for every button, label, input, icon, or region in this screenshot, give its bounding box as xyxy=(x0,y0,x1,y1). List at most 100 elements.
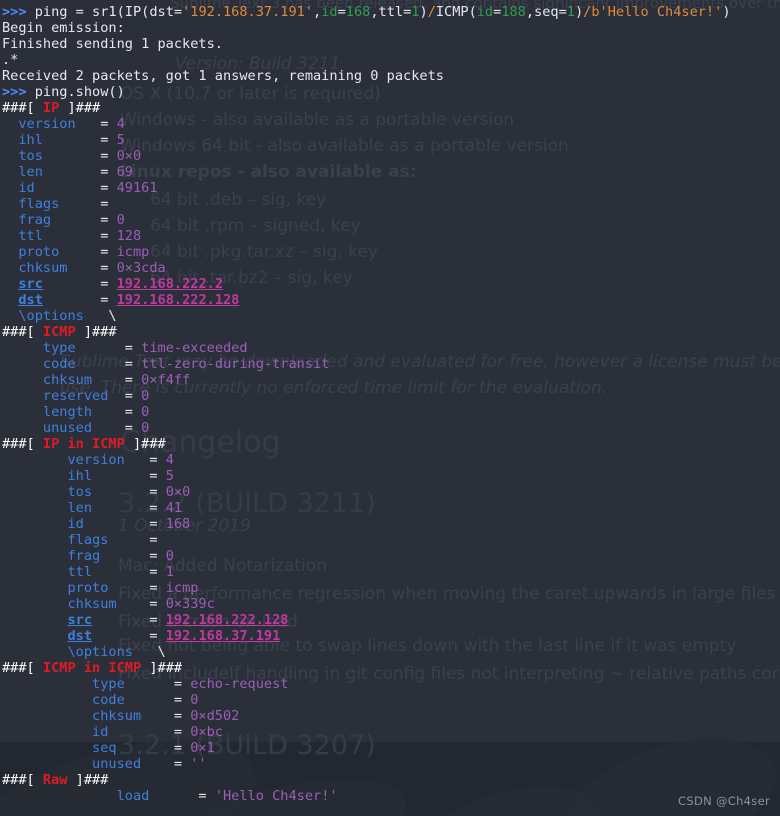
terminal-line-icmp-unused: unused = 0 xyxy=(0,420,780,436)
token: tos xyxy=(2,148,43,164)
token: len xyxy=(2,164,43,180)
token: ###[ xyxy=(2,660,43,676)
terminal-line-icmp2-chksum: chksum = 0×d502 xyxy=(0,708,780,724)
token: = xyxy=(124,692,191,708)
token: 188 xyxy=(501,4,526,20)
token: = xyxy=(75,340,142,356)
token: load xyxy=(2,788,150,804)
token: 1 xyxy=(566,4,575,20)
token: version xyxy=(2,452,125,468)
token: unused xyxy=(2,756,142,772)
terminal-line-out2: Finished sending 1 packets. xyxy=(0,36,780,52)
token: = xyxy=(75,356,142,372)
token: = xyxy=(51,212,117,228)
token: chksum xyxy=(2,708,142,724)
token: ICMP( xyxy=(435,4,477,20)
token: = xyxy=(92,564,166,580)
token: chksum xyxy=(2,372,93,388)
terminal-line-ip-len: len = 69 xyxy=(0,164,780,180)
terminal-line-ip-ttl: ttl = 128 xyxy=(0,228,780,244)
token: icmp xyxy=(165,580,199,596)
terminal-line-cmd: >>> ping = sr1(IP(dst='192.168.37.191',i… xyxy=(0,4,780,20)
token: id xyxy=(2,516,84,532)
terminal-line-ip2-src: src = 192.168.222.128 xyxy=(0,612,780,628)
token: proto xyxy=(2,244,60,260)
token: = xyxy=(42,228,117,244)
terminal-line-ip-version: version = 4 xyxy=(0,116,780,132)
terminal-line-ip-frag: frag = 0 xyxy=(0,212,780,228)
token: proto xyxy=(2,580,109,596)
token: id xyxy=(2,724,109,740)
terminal-line-ip2-ihl: ihl = 5 xyxy=(0,468,780,484)
token: = xyxy=(92,468,166,484)
token: src xyxy=(67,612,93,628)
token: = xyxy=(108,580,166,596)
terminal-line-hdr-raw: ###[ Raw ]### xyxy=(0,772,780,788)
token: ICMP xyxy=(42,324,76,340)
token: flags xyxy=(2,532,109,548)
token: ) xyxy=(722,4,731,20)
token: 128 xyxy=(116,228,142,244)
token: >>> xyxy=(2,84,35,100)
terminal-line-ip2-ttl: ttl = 1 xyxy=(0,564,780,580)
terminal-line-ip2-len: len = 41 xyxy=(0,500,780,516)
token: type xyxy=(2,676,125,692)
terminal-line-ip-dst: dst = 192.168.222.128 xyxy=(0,292,780,308)
terminal-line-hdr-ip: ###[ IP ]### xyxy=(0,100,780,116)
token: 0×1 xyxy=(190,740,215,756)
token: 0 xyxy=(165,548,174,564)
token: = xyxy=(59,244,117,260)
terminal-line-icmp-reserved: reserved = 0 xyxy=(0,388,780,404)
token: = xyxy=(116,596,166,612)
terminal-line-icmp2-unused: unused = '' xyxy=(0,756,780,772)
token: seq xyxy=(2,740,117,756)
token: 0 xyxy=(116,212,125,228)
token: = xyxy=(42,148,117,164)
terminal-line-ip2-flags: flags = xyxy=(0,532,780,548)
token: = xyxy=(108,724,191,740)
token: \options xyxy=(2,308,84,324)
terminal-line-icmp-length: length = 0 xyxy=(0,404,780,420)
token: = xyxy=(92,404,142,420)
token: = xyxy=(42,292,117,308)
token: code xyxy=(2,356,76,372)
terminal-line-ip-id: id = 49161 xyxy=(0,180,780,196)
token: 0×d502 xyxy=(190,708,240,724)
token: 0×3cda xyxy=(116,260,166,276)
token: = xyxy=(124,452,166,468)
token: Received 2 packets, got 1 answers, remai… xyxy=(2,68,444,84)
token: = xyxy=(141,756,191,772)
token: ]### xyxy=(59,100,101,116)
token: ###[ xyxy=(2,100,43,116)
token: = xyxy=(108,388,142,404)
token: Begin emission: xyxy=(2,20,125,36)
terminal-line-icmp2-seq: seq = 0×1 xyxy=(0,740,780,756)
token: 0×bc xyxy=(190,724,223,740)
token: 41 xyxy=(165,500,183,516)
token: Finished sending 1 packets. xyxy=(2,36,223,52)
terminal-line-cmd2: >>> ping.show() xyxy=(0,84,780,100)
token: ###[ xyxy=(2,324,43,340)
token: = xyxy=(149,788,215,804)
terminal-line-hdr-icmp: ###[ ICMP ]### xyxy=(0,324,780,340)
terminal-screenshot: Sublime Text 3 has been released, and co… xyxy=(0,0,780,816)
token: ]### xyxy=(75,324,117,340)
token: , xyxy=(313,4,322,20)
token: = xyxy=(92,612,166,628)
terminal-line-icmp2-id: id = 0×bc xyxy=(0,724,780,740)
terminal-line-icmp-type: type = time-exceeded xyxy=(0,340,780,356)
token: reserved xyxy=(2,388,109,404)
token: 0 xyxy=(141,420,150,436)
token: chksum xyxy=(2,260,68,276)
token: id xyxy=(321,4,338,20)
token: ttl xyxy=(2,564,93,580)
token: = xyxy=(34,180,117,196)
token: ###[ xyxy=(2,436,43,452)
terminal-line-ip-src: src = 192.168.222.2 xyxy=(0,276,780,292)
token: = xyxy=(67,260,117,276)
token: 0×f4ff xyxy=(141,372,191,388)
token: = xyxy=(337,4,346,20)
token: dst xyxy=(18,292,43,308)
token: = xyxy=(75,116,117,132)
terminal-line-ip2-chksum: chksum = 0×339c xyxy=(0,596,780,612)
